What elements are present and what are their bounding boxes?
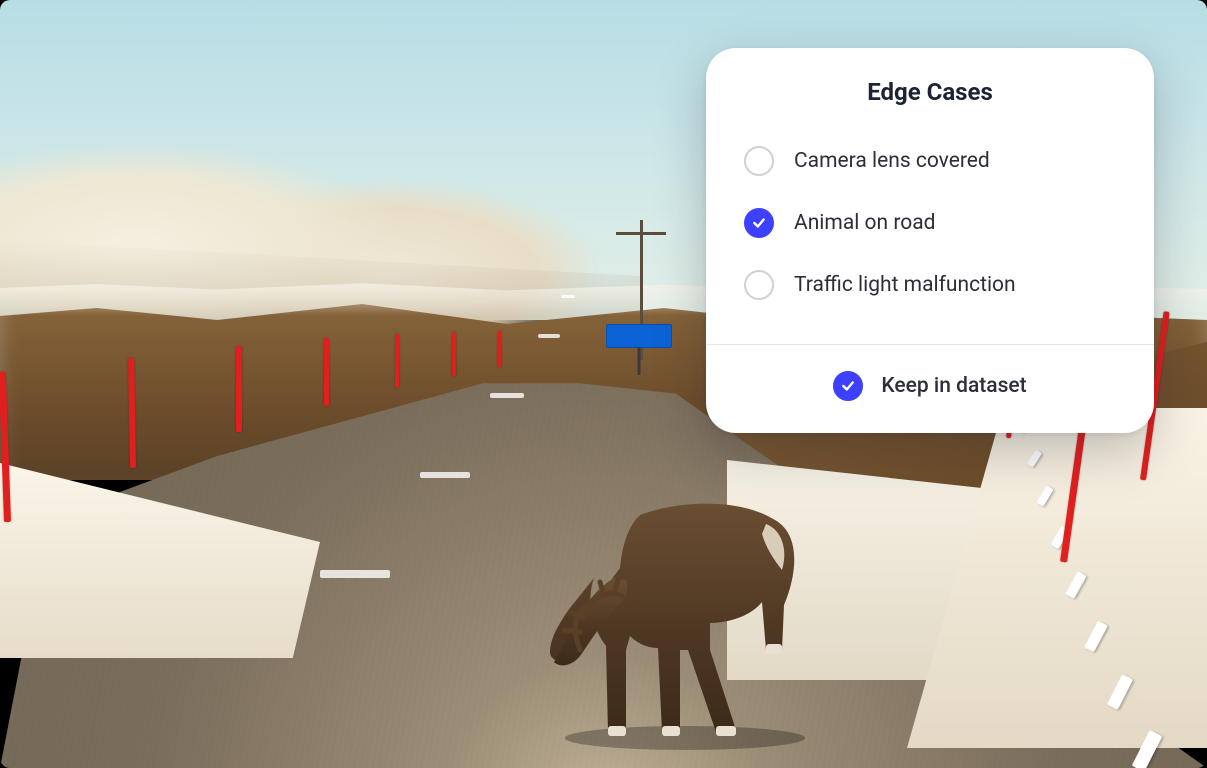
footer-label: Keep in dataset — [881, 374, 1026, 398]
radio-unchecked-icon — [744, 146, 774, 176]
road-sign — [606, 324, 672, 348]
card-title: Edge Cases — [706, 48, 1154, 124]
road-marker — [395, 334, 399, 388]
radio-unchecked-icon — [744, 270, 774, 300]
option-animal-on-road[interactable]: Animal on road — [744, 192, 1116, 254]
check-icon — [841, 379, 855, 393]
option-label: Camera lens covered — [794, 149, 990, 173]
option-label: Traffic light malfunction — [794, 273, 1016, 297]
road-marker — [498, 331, 501, 367]
option-traffic-light-malfunction[interactable]: Traffic light malfunction — [744, 254, 1116, 316]
keep-in-dataset-row[interactable]: Keep in dataset — [706, 345, 1154, 433]
road-marker — [236, 346, 242, 432]
options-list: Camera lens covered Animal on road Traff… — [706, 124, 1154, 338]
road-marker — [452, 332, 456, 376]
edge-cases-card: Edge Cases Camera lens covered Animal on… — [706, 48, 1154, 433]
road-marker — [324, 338, 329, 406]
reindeer-on-road — [530, 400, 860, 750]
check-icon — [752, 216, 766, 230]
option-camera-lens-covered[interactable]: Camera lens covered — [744, 130, 1116, 192]
radio-checked-icon — [744, 208, 774, 238]
option-label: Animal on road — [794, 211, 936, 235]
checkbox-checked-icon — [833, 371, 863, 401]
